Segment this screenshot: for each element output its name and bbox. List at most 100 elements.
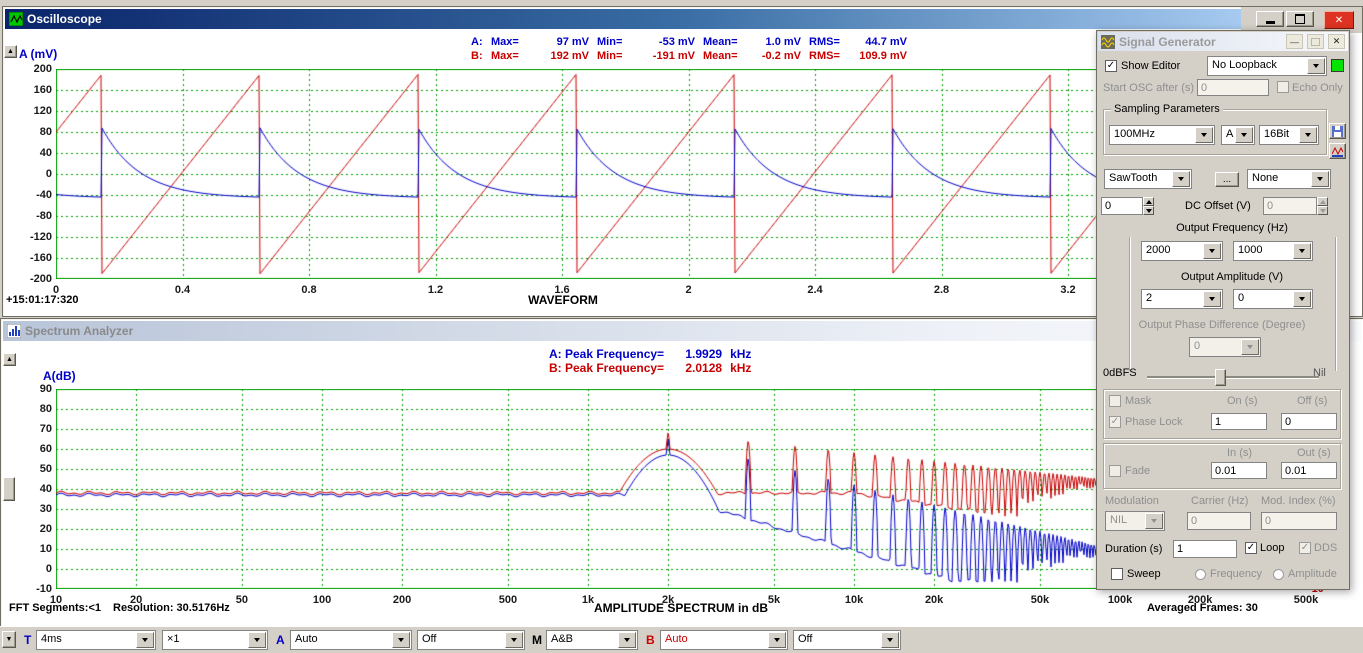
chevron-down-icon[interactable] bbox=[1293, 243, 1311, 259]
channel-a-mode-select[interactable]: Off bbox=[417, 630, 525, 650]
sweep-frequency-label: Frequency bbox=[1210, 568, 1262, 580]
duration-field[interactable]: 1 bbox=[1173, 540, 1237, 558]
dc-offset-a-spinner[interactable] bbox=[1143, 197, 1154, 215]
dc-offset-a-field[interactable]: 0 bbox=[1101, 197, 1143, 215]
show-editor-checkbox[interactable]: ✓ bbox=[1105, 60, 1117, 72]
sweep-frequency-radio[interactable] bbox=[1195, 569, 1206, 580]
toolbar-scroll-down-button[interactable]: ▼ bbox=[2, 631, 16, 648]
close-button[interactable]: ✕ bbox=[1324, 11, 1354, 29]
echo-only-checkbox[interactable] bbox=[1277, 81, 1289, 93]
fade-in-label: In (s) bbox=[1227, 447, 1252, 459]
chevron-down-icon[interactable] bbox=[618, 632, 636, 648]
x-tick-label: 0.4 bbox=[163, 284, 203, 296]
sweep-amplitude-radio[interactable] bbox=[1273, 569, 1284, 580]
nil-label: Nil bbox=[1313, 367, 1326, 379]
chevron-down-icon[interactable] bbox=[248, 632, 266, 648]
x-tick-label: 5k bbox=[754, 594, 794, 606]
spectrum-scroll-up-button[interactable]: ▲ bbox=[3, 353, 16, 366]
output-amplitude-a-select[interactable]: 2 bbox=[1141, 289, 1223, 309]
restore-button[interactable] bbox=[1286, 11, 1314, 27]
carrier-field[interactable]: 0 bbox=[1187, 512, 1251, 530]
chevron-down-icon[interactable] bbox=[1307, 58, 1325, 74]
chevron-down-icon[interactable] bbox=[1241, 339, 1259, 355]
sweep-checkbox[interactable] bbox=[1111, 568, 1123, 580]
save-button[interactable] bbox=[1329, 123, 1346, 139]
output-amplitude-b-select[interactable]: 0 bbox=[1233, 289, 1313, 309]
dc-offset-b-spinner[interactable] bbox=[1317, 197, 1328, 215]
dialog-maximize-button[interactable] bbox=[1307, 34, 1324, 49]
mask-off-field[interactable]: 0 bbox=[1281, 413, 1337, 430]
chevron-down-icon[interactable] bbox=[136, 632, 154, 648]
x-tick-label: 3.2 bbox=[1048, 284, 1088, 296]
output-frequency-b-select[interactable]: 1000 bbox=[1233, 241, 1313, 261]
oscilloscope-titlebar[interactable]: Oscilloscope bbox=[5, 9, 1242, 29]
dc-offset-b-field[interactable]: 0 bbox=[1263, 197, 1317, 215]
phase-lock-checkbox[interactable]: ✓ bbox=[1109, 416, 1121, 428]
math-prefix: M bbox=[532, 633, 542, 647]
scope-scroll-up-button[interactable]: ▲ bbox=[4, 45, 17, 58]
sampling-bits-select[interactable]: 16Bit bbox=[1259, 125, 1319, 145]
duration-label: Duration (s) bbox=[1105, 543, 1162, 555]
chevron-down-icon[interactable] bbox=[1293, 291, 1311, 307]
chevron-down-icon[interactable] bbox=[1145, 513, 1163, 529]
chevron-down-icon[interactable] bbox=[392, 632, 410, 648]
start-osc-after-field[interactable]: 0 bbox=[1197, 79, 1269, 96]
dialog-close-button[interactable]: ✕ bbox=[1328, 34, 1345, 49]
fade-checkbox[interactable] bbox=[1109, 465, 1121, 477]
output-phase-select[interactable]: 0 bbox=[1189, 337, 1261, 357]
y-tick-label: 90 bbox=[10, 383, 52, 395]
loop-checkbox[interactable]: ✓ bbox=[1245, 542, 1257, 554]
amplitude-slider-track[interactable] bbox=[1147, 376, 1319, 379]
modulation-select[interactable]: NIL bbox=[1105, 511, 1165, 531]
chevron-down-icon[interactable] bbox=[1203, 243, 1221, 259]
x-tick-label: 1k bbox=[568, 594, 608, 606]
channel-a-prefix: A bbox=[276, 633, 285, 647]
dds-checkbox[interactable]: ✓ bbox=[1299, 542, 1311, 554]
oscilloscope-title: Oscilloscope bbox=[27, 12, 102, 26]
more-button[interactable]: ... bbox=[1215, 172, 1239, 187]
phase-lock-label: Phase Lock bbox=[1125, 416, 1182, 428]
chevron-down-icon[interactable] bbox=[768, 632, 786, 648]
mask-wave-select[interactable]: None bbox=[1247, 169, 1331, 189]
channel-b-mode-select[interactable]: Off bbox=[793, 630, 901, 650]
sweep-time-select[interactable]: 4ms bbox=[36, 630, 156, 650]
spectrum-y-axis-label: A(dB) bbox=[43, 369, 76, 383]
minimize-button[interactable] bbox=[1256, 11, 1284, 27]
zoom-select[interactable]: ×1 bbox=[162, 630, 268, 650]
sampling-channel-select[interactable]: A bbox=[1221, 125, 1255, 145]
y-tick-label: -200 bbox=[10, 273, 52, 285]
channel-b-range-select[interactable]: Auto bbox=[660, 630, 788, 650]
fade-out-field[interactable]: 0.01 bbox=[1281, 462, 1337, 479]
chevron-down-icon[interactable] bbox=[505, 632, 523, 648]
y-tick-label: 50 bbox=[10, 463, 52, 475]
loopback-select[interactable]: No Loopback bbox=[1207, 56, 1327, 76]
math-mode-select[interactable]: A&B bbox=[546, 630, 638, 650]
chevron-down-icon[interactable] bbox=[1299, 127, 1317, 143]
channel-a-range-select[interactable]: Auto bbox=[290, 630, 412, 650]
dialog-minimize-button[interactable]: — bbox=[1286, 34, 1303, 49]
output-frequency-a-select[interactable]: 2000 bbox=[1141, 241, 1223, 261]
close-icon: ✕ bbox=[1333, 36, 1341, 47]
chevron-down-icon[interactable] bbox=[1172, 171, 1190, 187]
chevron-down-icon[interactable] bbox=[1235, 127, 1253, 143]
arrow-up-icon: ▲ bbox=[6, 356, 13, 363]
output-amplitude-label: Output Amplitude (V) bbox=[1132, 271, 1332, 283]
wave-type-select[interactable]: SawTooth bbox=[1104, 169, 1192, 189]
signal-generator-titlebar[interactable]: Signal Generator — ✕ bbox=[1098, 32, 1348, 51]
chevron-down-icon[interactable] bbox=[1203, 291, 1221, 307]
arrow-down-icon: ▼ bbox=[6, 636, 13, 643]
amplitude-slider-thumb[interactable] bbox=[1215, 369, 1226, 386]
x-tick-label: 100k bbox=[1100, 594, 1140, 606]
chevron-down-icon[interactable] bbox=[881, 632, 899, 648]
chevron-down-icon[interactable] bbox=[1311, 171, 1329, 187]
y-tick-label: 0 bbox=[10, 563, 52, 575]
mask-on-field[interactable]: 1 bbox=[1211, 413, 1267, 430]
mask-checkbox[interactable] bbox=[1109, 395, 1121, 407]
waveform-library-button[interactable] bbox=[1329, 143, 1346, 159]
show-editor-label: Show Editor bbox=[1121, 60, 1180, 72]
chevron-down-icon[interactable] bbox=[1195, 127, 1213, 143]
y-tick-label: 70 bbox=[10, 423, 52, 435]
sampling-rate-select[interactable]: 100MHz bbox=[1109, 125, 1215, 145]
mod-index-field[interactable]: 0 bbox=[1261, 512, 1337, 530]
fade-in-field[interactable]: 0.01 bbox=[1211, 462, 1267, 479]
